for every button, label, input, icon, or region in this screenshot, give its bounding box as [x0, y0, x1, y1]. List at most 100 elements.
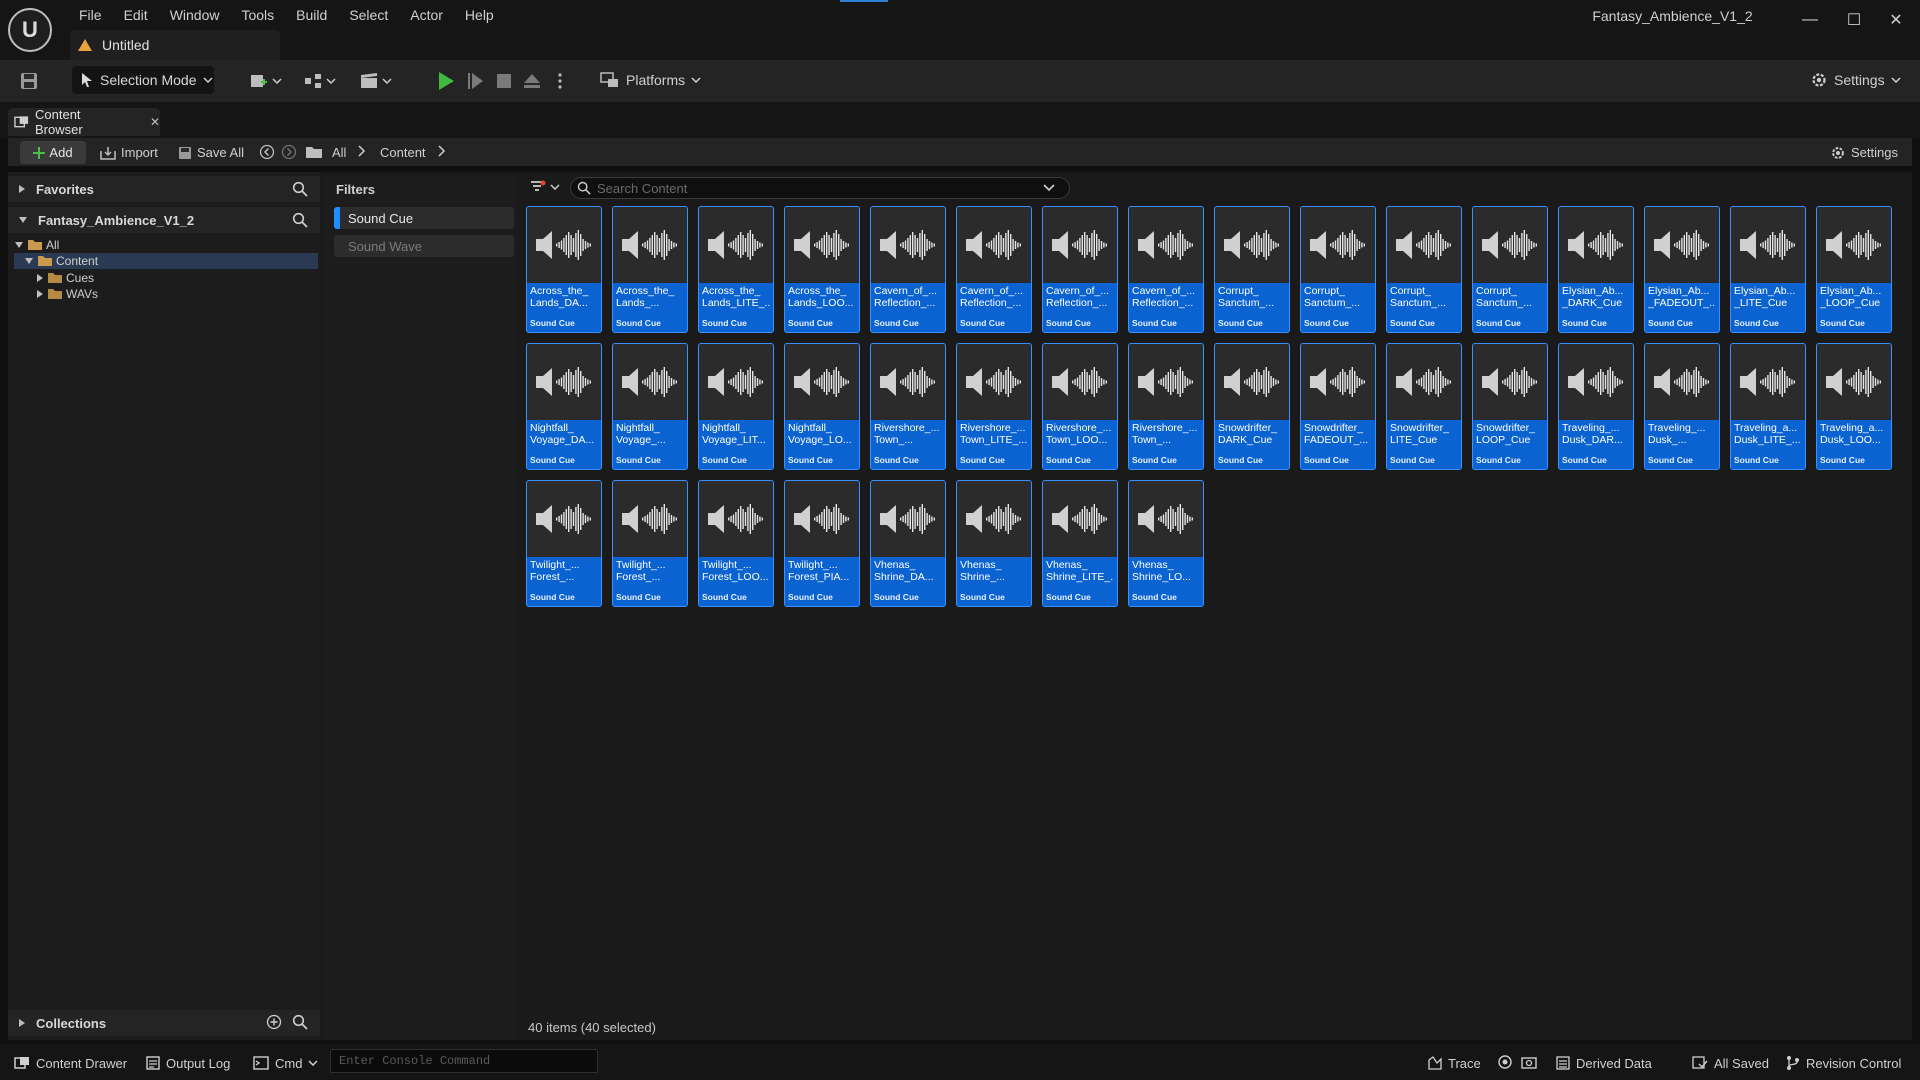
content-drawer-button[interactable]: Content Drawer — [14, 1052, 127, 1074]
breadcrumb-content[interactable]: Content — [380, 145, 426, 160]
asset-tile[interactable]: Nightfall_ Voyage_LO... Sound Cue — [784, 343, 860, 470]
asset-tile[interactable]: Corrupt_ Sanctum_... Sound Cue — [1472, 206, 1548, 333]
add-collection-icon[interactable] — [264, 1013, 284, 1031]
asset-tile[interactable]: Vhenas_ Shrine_LO... Sound Cue — [1128, 480, 1204, 607]
asset-tile[interactable]: Corrupt_ Sanctum_... Sound Cue — [1214, 206, 1290, 333]
document-tab[interactable]: Untitled — [70, 30, 280, 60]
search-icon[interactable] — [290, 211, 310, 229]
project-header[interactable]: Fantasy_Ambience_V1_2 — [8, 207, 320, 233]
platforms-dropdown[interactable]: Platforms — [600, 66, 701, 94]
menu-window[interactable]: Window — [159, 4, 231, 26]
asset-tile[interactable]: Cavern_of_... Reflection_... Sound Cue — [1128, 206, 1204, 333]
menu-help[interactable]: Help — [454, 4, 505, 26]
folder-icon[interactable] — [304, 143, 324, 161]
unreal-logo-icon[interactable]: U — [8, 8, 52, 52]
stop-icon[interactable] — [492, 68, 516, 94]
cmd-dropdown[interactable]: Cmd — [253, 1052, 318, 1074]
save-all-button[interactable]: Save All — [178, 141, 244, 164]
back-icon[interactable] — [258, 143, 276, 161]
forward-icon[interactable] — [280, 143, 298, 161]
menu-tools[interactable]: Tools — [230, 4, 285, 26]
tree-item-wavs[interactable]: WAVs — [36, 286, 316, 302]
asset-tile[interactable]: Nightfall_ Voyage_... Sound Cue — [612, 343, 688, 470]
revision-control-button[interactable]: Revision Control — [1786, 1052, 1901, 1074]
asset-tile[interactable]: Elysian_Ab... _LITE_Cue Sound Cue — [1730, 206, 1806, 333]
blueprint-icon[interactable] — [300, 70, 340, 92]
filter-sound-cue[interactable]: Sound Cue — [334, 207, 514, 229]
play-icon[interactable] — [434, 68, 458, 94]
tree-item-content[interactable]: Content — [14, 253, 318, 269]
menu-select[interactable]: Select — [338, 4, 399, 26]
menu-edit[interactable]: Edit — [113, 4, 159, 26]
search-icon[interactable] — [290, 1013, 310, 1031]
search-content-field[interactable] — [570, 177, 1070, 199]
asset-tile[interactable]: Snowdrifter_ DARK_Cue Sound Cue — [1214, 343, 1290, 470]
asset-tile[interactable]: Snowdrifter_ LITE_Cue Sound Cue — [1386, 343, 1462, 470]
asset-tile[interactable]: Rivershore_... Town_... Sound Cue — [870, 343, 946, 470]
asset-tile[interactable]: Across_the_ Lands_LOO... Sound Cue — [784, 206, 860, 333]
step-icon[interactable] — [464, 68, 488, 94]
screenshot-icon[interactable] — [1520, 1053, 1538, 1071]
asset-tile[interactable]: Vhenas_ Shrine_LITE_... Sound Cue — [1042, 480, 1118, 607]
all-saved-button[interactable]: All Saved — [1692, 1052, 1769, 1074]
import-button[interactable]: Import — [100, 141, 158, 164]
favorites-header[interactable]: Favorites — [8, 176, 320, 202]
add-actor-icon[interactable] — [246, 70, 286, 92]
console-command-input[interactable] — [339, 1054, 589, 1068]
search-content-input[interactable] — [597, 180, 1037, 196]
asset-tile[interactable]: Rivershore_... Town_... Sound Cue — [1128, 343, 1204, 470]
save-icon[interactable] — [18, 70, 40, 92]
cinematics-icon[interactable] — [356, 70, 396, 92]
menu-build[interactable]: Build — [285, 4, 338, 26]
asset-tile[interactable]: Elysian_Ab... _FADEOUT_... Sound Cue — [1644, 206, 1720, 333]
asset-tile[interactable]: Elysian_Ab... _DARK_Cue Sound Cue — [1558, 206, 1634, 333]
more-options-icon[interactable] — [548, 68, 572, 94]
asset-tile[interactable]: Traveling_... Dusk_... Sound Cue — [1644, 343, 1720, 470]
close-icon[interactable]: ✕ — [1876, 6, 1916, 34]
asset-tile[interactable]: Nightfall_ Voyage_DA... Sound Cue — [526, 343, 602, 470]
close-tab-icon[interactable]: ✕ — [150, 115, 160, 129]
content-browser-tab[interactable]: Content Browser ✕ — [8, 107, 160, 137]
asset-tile[interactable]: Twilight_... Forest_... Sound Cue — [526, 480, 602, 607]
asset-tile[interactable]: Rivershore_... Town_LOO... Sound Cue — [1042, 343, 1118, 470]
chevron-right-icon[interactable] — [356, 144, 366, 158]
asset-tile[interactable]: Rivershore_... Town_LITE_... Sound Cue — [956, 343, 1032, 470]
derived-data-button[interactable]: Derived Data — [1556, 1052, 1652, 1074]
tree-item-cues[interactable]: Cues — [36, 270, 316, 286]
asset-tile[interactable]: Nightfall_ Voyage_LIT... Sound Cue — [698, 343, 774, 470]
add-button[interactable]: Add — [20, 141, 86, 164]
chevron-right-icon[interactable] — [436, 144, 446, 158]
breadcrumb-all[interactable]: All — [332, 145, 346, 160]
asset-tile[interactable]: Traveling_a... Dusk_LOO... Sound Cue — [1816, 343, 1892, 470]
tree-item-all[interactable]: All — [14, 237, 314, 253]
search-icon[interactable] — [290, 180, 310, 198]
eject-icon[interactable] — [520, 68, 544, 94]
asset-tile[interactable]: Traveling_a... Dusk_LITE_... Sound Cue — [1730, 343, 1806, 470]
record-icon[interactable] — [1496, 1053, 1514, 1071]
menu-actor[interactable]: Actor — [399, 4, 454, 26]
asset-tile[interactable]: Vhenas_ Shrine_DA... Sound Cue — [870, 480, 946, 607]
toolbar-settings-dropdown[interactable]: Settings — [1810, 66, 1901, 94]
asset-tile[interactable]: Across_the_ Lands_DA... Sound Cue — [526, 206, 602, 333]
cb-settings-button[interactable]: Settings — [1830, 141, 1898, 164]
selection-mode-dropdown[interactable]: Selection Mode — [72, 66, 214, 94]
output-log-button[interactable]: Output Log — [146, 1052, 230, 1074]
trace-button[interactable]: Trace — [1428, 1052, 1481, 1074]
asset-tile[interactable]: Across_the_ Lands_LITE_... Sound Cue — [698, 206, 774, 333]
maximize-icon[interactable]: ☐ — [1834, 6, 1874, 34]
minimize-icon[interactable]: — — [1790, 6, 1830, 34]
asset-tile[interactable]: Snowdrifter_ LOOP_Cue Sound Cue — [1472, 343, 1548, 470]
asset-tile[interactable]: Cavern_of_... Reflection_... Sound Cue — [870, 206, 946, 333]
asset-tile[interactable]: Twilight_... Forest_PIA... Sound Cue — [784, 480, 860, 607]
filter-dropdown[interactable] — [530, 180, 560, 194]
asset-tile[interactable]: Vhenas_ Shrine_... Sound Cue — [956, 480, 1032, 607]
asset-tile[interactable]: Traveling_... Dusk_DAR... Sound Cue — [1558, 343, 1634, 470]
asset-tile[interactable]: Snowdrifter_ FADEOUT_... Sound Cue — [1300, 343, 1376, 470]
asset-tile[interactable]: Corrupt_ Sanctum_... Sound Cue — [1386, 206, 1462, 333]
chevron-down-icon[interactable] — [1043, 184, 1055, 192]
console-command-field[interactable] — [330, 1049, 598, 1073]
filter-sound-wave[interactable]: Sound Wave — [334, 235, 514, 257]
asset-tile[interactable]: Cavern_of_... Reflection_... Sound Cue — [956, 206, 1032, 333]
asset-tile[interactable]: Corrupt_ Sanctum_... Sound Cue — [1300, 206, 1376, 333]
asset-tile[interactable]: Across_the_ Lands_... Sound Cue — [612, 206, 688, 333]
